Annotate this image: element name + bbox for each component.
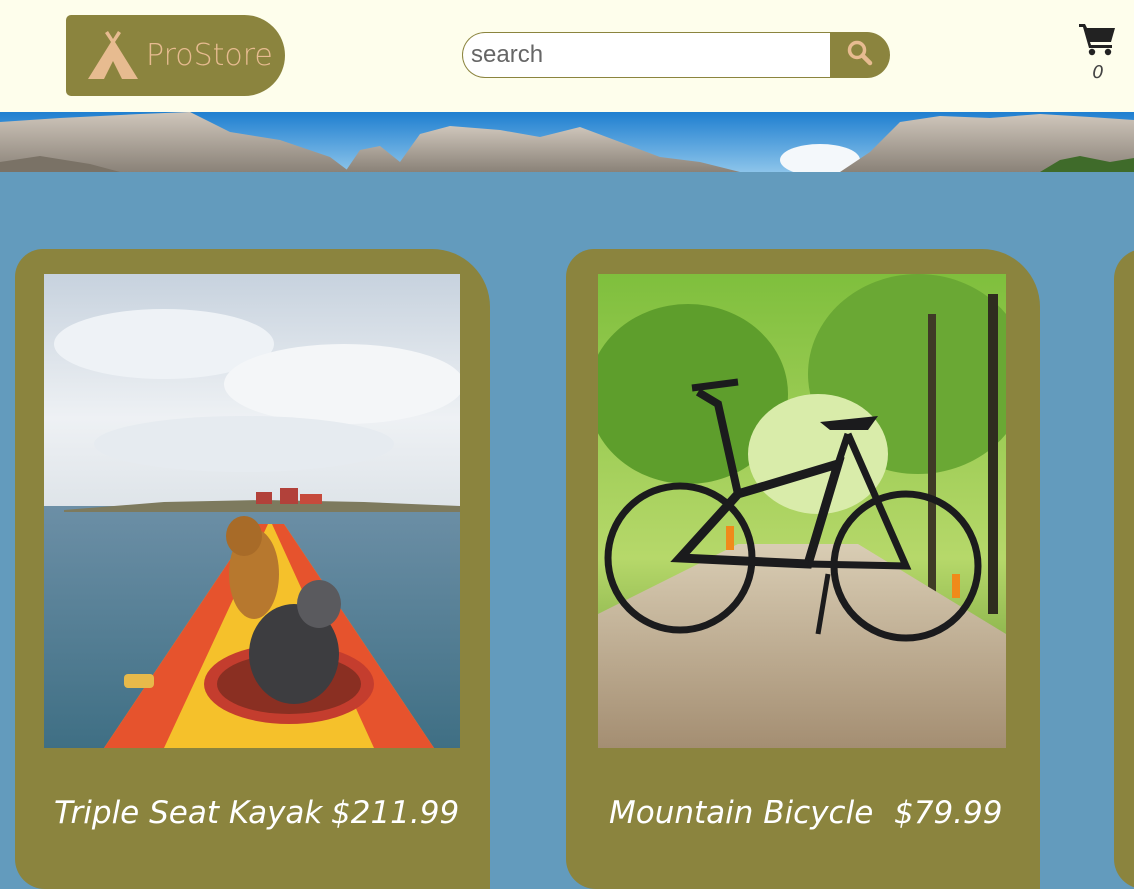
product-price: $79.99 (894, 795, 1003, 831)
logo[interactable]: ProStore (66, 15, 285, 96)
cart-icon (1078, 22, 1118, 56)
logo-text: ProStore (146, 38, 273, 73)
product-image-bicycle[interactable] (598, 274, 1006, 748)
product-card-partial[interactable] (1114, 249, 1134, 889)
product-title[interactable]: Triple Seat Kayak (54, 795, 322, 831)
hero-banner (0, 112, 1134, 172)
product-title[interactable]: Mountain Bicycle (609, 795, 873, 831)
site-header: ProStore 0 (0, 0, 1134, 112)
search-input[interactable] (462, 32, 830, 78)
search-bar (462, 32, 890, 78)
cart-count: 0 (1092, 62, 1104, 83)
search-icon (847, 40, 873, 71)
tent-icon (86, 30, 144, 81)
product-image-kayak[interactable] (44, 274, 460, 748)
product-card[interactable]: Mountain Bicycle $79.99 (566, 249, 1040, 889)
product-price: $211.99 (331, 795, 460, 831)
cart-button[interactable]: 0 (1078, 22, 1118, 92)
search-button[interactable] (830, 32, 890, 78)
product-card[interactable]: Triple Seat Kayak $211.99 (15, 249, 490, 889)
